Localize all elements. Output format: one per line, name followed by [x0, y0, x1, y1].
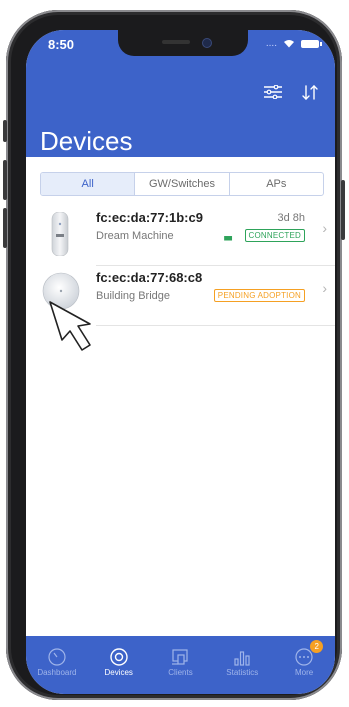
tab-clients[interactable]: Clients: [150, 636, 212, 694]
dashboard-icon: [47, 646, 67, 668]
phone-screen: 8:50 .... Devices All GW/Switches APs fc…: [26, 30, 335, 694]
dream-machine-icon: [51, 212, 69, 256]
devices-icon: [109, 646, 129, 668]
page-title: Devices: [40, 126, 133, 156]
volume-down-button: [3, 208, 7, 248]
battery-icon: [301, 39, 322, 48]
statistics-icon: [232, 646, 252, 668]
status-badge-connected: CONNECTED: [244, 229, 305, 242]
device-mac: fc:ec:da:77:1b:c9: [96, 210, 203, 225]
uplink-icon: ▃: [224, 230, 232, 241]
tab-devices[interactable]: Devices: [88, 636, 150, 694]
tab-label: Dashboard: [37, 668, 77, 677]
device-filter-tabs: All GW/Switches APs: [40, 172, 324, 196]
status-time: 8:50: [48, 37, 75, 52]
tab-all[interactable]: All: [41, 173, 135, 195]
sort-arrows-icon[interactable]: [302, 85, 318, 105]
bottom-tab-bar: Dashboard Devices Clients Statistics Mor…: [26, 636, 335, 694]
notch: [118, 30, 248, 56]
volume-up-button: [3, 160, 7, 200]
tab-dashboard[interactable]: Dashboard: [26, 636, 88, 694]
device-model: Dream Machine: [96, 230, 174, 242]
sliders-icon[interactable]: [264, 84, 282, 104]
chevron-right-icon: ›: [322, 280, 327, 296]
tab-more[interactable]: More 2: [273, 636, 335, 694]
mute-switch: [3, 120, 7, 142]
clients-icon: [170, 646, 190, 668]
wifi-icon: [284, 40, 294, 48]
tab-statistics[interactable]: Statistics: [211, 636, 273, 694]
pointer-cursor-icon: [49, 301, 91, 351]
signal-icon: ....: [265, 38, 277, 49]
chevron-right-icon: ›: [322, 220, 327, 236]
tab-gw-switches[interactable]: GW/Switches: [134, 173, 228, 195]
status-badge-pending: PENDING ADOPTION: [213, 289, 305, 302]
tab-label: Devices: [104, 668, 133, 677]
notification-badge: 2: [310, 640, 324, 653]
status-icons: ....: [265, 38, 322, 49]
tab-label: Clients: [168, 668, 193, 677]
device-uptime: 3d 8h: [277, 212, 305, 224]
tab-aps[interactable]: APs: [228, 173, 323, 195]
device-mac: fc:ec:da:77:68:c8: [96, 270, 203, 285]
tab-label: More: [294, 668, 314, 677]
tab-label: Statistics: [226, 668, 259, 677]
device-row-dream-machine[interactable]: fc:ec:da:77:1b:c9 Dream Machine 3d 8h ▃ …: [26, 206, 335, 266]
power-button: [341, 180, 345, 240]
